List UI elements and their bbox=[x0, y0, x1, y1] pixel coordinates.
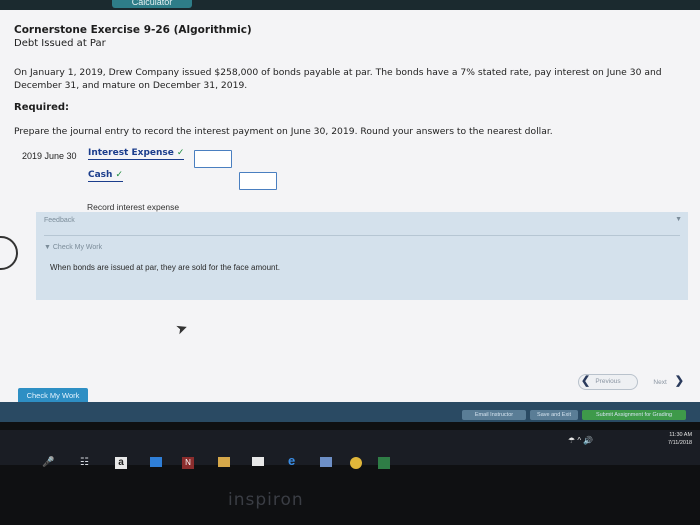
progress-circle-icon bbox=[0, 236, 18, 270]
previous-button[interactable]: ❮ Previous bbox=[578, 374, 638, 390]
mail-icon[interactable] bbox=[252, 457, 264, 466]
excel-icon[interactable] bbox=[378, 457, 390, 469]
next-button[interactable]: Next ❯ bbox=[636, 374, 684, 388]
store-icon[interactable] bbox=[150, 457, 162, 467]
chevron-left-icon: ❮ bbox=[581, 375, 591, 387]
debit-account-select[interactable]: Interest Expense ✓ bbox=[88, 148, 185, 160]
debit-account-label: Interest Expense bbox=[88, 148, 174, 158]
clock-time: 11:30 AM bbox=[669, 432, 693, 438]
exercise-subtitle: Debt Issued at Par bbox=[14, 38, 106, 49]
calculator-tab[interactable]: Calculator bbox=[112, 0, 192, 8]
next-label: Next bbox=[653, 379, 667, 386]
feedback-message: When bonds are issued at par, they are s… bbox=[50, 263, 280, 272]
photos-icon[interactable] bbox=[320, 457, 332, 467]
task-view-icon[interactable]: ☷ bbox=[80, 457, 89, 468]
credit-amount-input[interactable] bbox=[239, 172, 277, 190]
chevron-right-icon: ❯ bbox=[674, 375, 684, 387]
system-tray-icons[interactable]: ☂ ^ 🔊 bbox=[568, 436, 593, 445]
email-instructor-button[interactable]: Email Instructor bbox=[462, 410, 526, 420]
amazon-icon[interactable]: a bbox=[115, 457, 127, 469]
chrome-icon[interactable] bbox=[350, 457, 362, 469]
feedback-panel: Feedback ▼ ▼ Check My Work When bonds ar… bbox=[36, 212, 688, 300]
clock[interactable]: 11:30 AM 7/11/2018 bbox=[668, 431, 692, 447]
feedback-label: Feedback bbox=[44, 217, 75, 224]
instruction-text: Prepare the journal entry to record the … bbox=[14, 126, 553, 137]
top-bar: Calculator bbox=[0, 0, 700, 10]
check-icon: ✓ bbox=[176, 148, 185, 158]
problem-text: On January 1, 2019, Drew Company issued … bbox=[14, 67, 662, 91]
credit-account-select[interactable]: Cash ✓ bbox=[88, 170, 123, 182]
onenote-icon[interactable]: N bbox=[182, 457, 194, 469]
check-my-work-toggle[interactable]: ▼ Check My Work bbox=[44, 244, 102, 251]
mouse-cursor-icon: ➤ bbox=[173, 318, 190, 338]
submit-assignment-button[interactable]: Submit Assignment for Grading bbox=[582, 410, 686, 420]
required-label: Required: bbox=[14, 102, 70, 113]
feedback-divider bbox=[44, 235, 680, 236]
credit-account-label: Cash bbox=[88, 170, 113, 180]
previous-label: Previous bbox=[595, 378, 621, 385]
collapse-icon[interactable]: ▼ bbox=[675, 216, 682, 223]
check-icon: ✓ bbox=[115, 170, 123, 180]
exercise-title: Cornerstone Exercise 9-26 (Algorithmic) bbox=[14, 24, 252, 36]
edge-icon[interactable]: e bbox=[288, 453, 295, 468]
journal-date: 2019 June 30 bbox=[22, 151, 77, 161]
debit-amount-input[interactable] bbox=[194, 150, 232, 168]
briefcase-icon[interactable] bbox=[218, 457, 230, 467]
mic-icon[interactable]: 🎤 bbox=[42, 457, 54, 468]
assignment-screen: Cornerstone Exercise 9-26 (Algorithmic) … bbox=[0, 10, 700, 412]
save-and-exit-button[interactable]: Save and Exit bbox=[530, 410, 578, 420]
memo-text: Record interest expense bbox=[87, 202, 180, 212]
device-brand-logo: inspiron bbox=[228, 490, 304, 510]
clock-date: 7/11/2018 bbox=[668, 440, 693, 446]
